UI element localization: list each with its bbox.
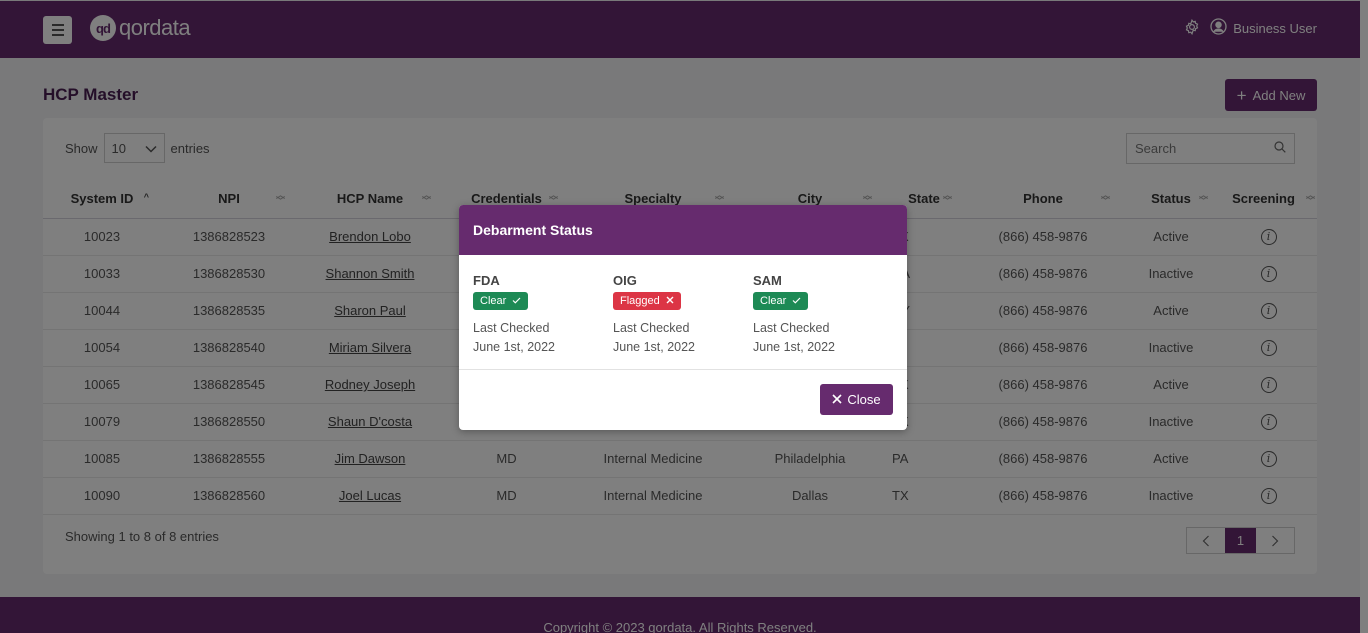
close-button[interactable]: Close: [820, 384, 893, 415]
debarment-check-oig: OIG Flagged Last Checked June 1st, 2022: [613, 273, 753, 369]
debarment-status-modal: Debarment Status FDA Clear Last Checked …: [459, 205, 907, 430]
check-icon: [512, 295, 521, 307]
check-name: FDA: [473, 273, 500, 288]
last-checked-date: June 1st, 2022: [613, 340, 696, 354]
status-badge-label: Flagged: [620, 295, 660, 307]
close-label: Close: [847, 392, 881, 407]
status-badge-label: Clear: [480, 295, 507, 307]
modal-title: Debarment Status: [473, 222, 593, 238]
last-checked: Last Checked June 1st, 2022: [753, 319, 893, 357]
x-icon: [666, 295, 674, 307]
last-checked: Last Checked June 1st, 2022: [473, 319, 613, 357]
status-badge-label: Clear: [760, 295, 787, 307]
modal-footer: Close: [459, 370, 907, 430]
check-icon: [792, 295, 801, 307]
check-name: SAM: [753, 273, 782, 288]
debarment-check-sam: SAM Clear Last Checked June 1st, 2022: [753, 273, 893, 369]
status-badge: Flagged: [613, 292, 681, 310]
status-badge: Clear: [753, 292, 809, 310]
close-icon: [832, 392, 842, 407]
last-checked-label: Last Checked: [473, 321, 550, 335]
last-checked-date: June 1st, 2022: [753, 340, 836, 354]
modal-header: Debarment Status: [459, 205, 907, 255]
modal-body: FDA Clear Last Checked June 1st, 2022 OI…: [459, 255, 907, 370]
last-checked: Last Checked June 1st, 2022: [613, 319, 753, 357]
last-checked-date: June 1st, 2022: [473, 340, 556, 354]
last-checked-label: Last Checked: [753, 321, 830, 335]
status-badge: Clear: [473, 292, 529, 310]
debarment-check-fda: FDA Clear Last Checked June 1st, 2022: [473, 273, 613, 369]
check-name: OIG: [613, 273, 637, 288]
last-checked-label: Last Checked: [613, 321, 690, 335]
